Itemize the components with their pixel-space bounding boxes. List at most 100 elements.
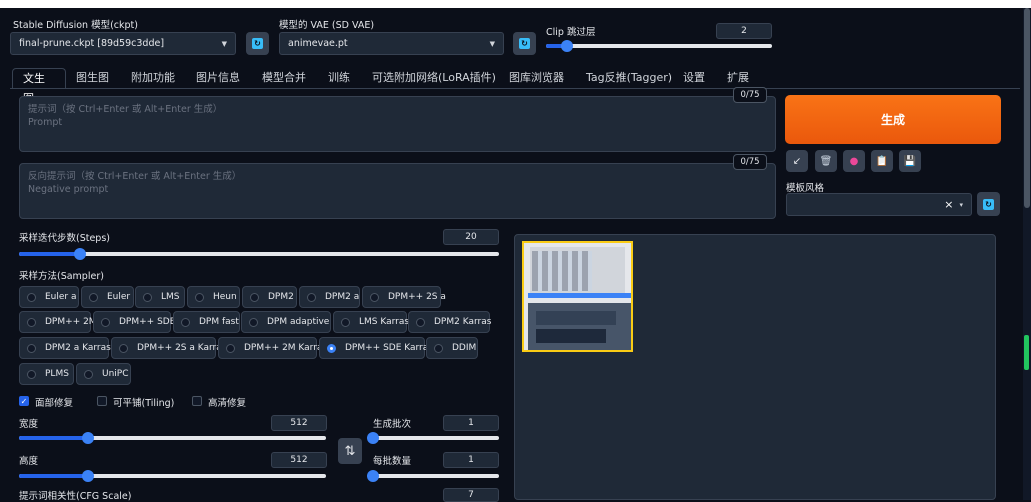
- tab-7[interactable]: 可选附加网络(LoRA插件): [372, 68, 496, 88]
- sampler-option[interactable]: LMS Karras: [333, 311, 409, 333]
- face-restore-checkbox[interactable]: ✓: [19, 396, 29, 406]
- clip-slider-thumb[interactable]: [560, 40, 573, 52]
- sampler-option[interactable]: DPM adaptive: [241, 311, 331, 333]
- prompt-input[interactable]: 提示词（按 Ctrl+Enter 或 Alt+Enter 生成） Prompt: [19, 96, 776, 152]
- page-scrollbar-thumb[interactable]: [1024, 8, 1030, 208]
- sampler-option-label: PLMS: [45, 369, 69, 379]
- sampler-option-label: DDIM: [452, 343, 477, 353]
- arrow-button[interactable]: ↙: [786, 150, 808, 172]
- radio-icon[interactable]: [416, 317, 425, 327]
- sampler-option-label: DPM++ 2S a: [388, 292, 446, 302]
- tiling-checkbox[interactable]: [97, 396, 107, 406]
- radio-icon[interactable]: [27, 292, 36, 302]
- width-slider[interactable]: [19, 432, 326, 444]
- height-slider[interactable]: [19, 470, 326, 482]
- clipboard-icon: 📋: [875, 155, 889, 167]
- sampler-option[interactable]: DPM++ 2M Karras: [218, 337, 327, 359]
- sampler-option-label: DPM2 a: [325, 292, 360, 302]
- tab-8[interactable]: 图库浏览器: [509, 68, 564, 88]
- sampler-option[interactable]: Heun: [187, 286, 240, 308]
- sampler-option[interactable]: DPM++ 2M: [19, 311, 97, 333]
- steps-slider-thumb[interactable]: [74, 248, 87, 260]
- vae-select[interactable]: animevae.pt ▼: [279, 32, 504, 55]
- width-slider-thumb[interactable]: [82, 432, 95, 444]
- save-button[interactable]: 💾: [899, 150, 921, 172]
- clip-number-input[interactable]: 2: [716, 23, 772, 39]
- batch-count-slider-thumb[interactable]: [367, 432, 379, 444]
- sampler-option[interactable]: DPM2 Karras: [408, 311, 491, 333]
- gallery-thumbnail[interactable]: [522, 241, 633, 352]
- radio-icon[interactable]: [250, 292, 259, 302]
- refresh-icon: ↻: [252, 38, 263, 49]
- style-button[interactable]: ●: [843, 150, 865, 172]
- sampler-option[interactable]: DPM2 a: [299, 286, 360, 308]
- sampler-option[interactable]: PLMS: [19, 363, 74, 385]
- batch-size-number-input[interactable]: 1: [443, 452, 499, 468]
- batch-count-slider[interactable]: [367, 432, 499, 444]
- radio-icon[interactable]: [101, 317, 110, 327]
- sampler-option[interactable]: DPM2 a Karras: [19, 337, 111, 359]
- refresh-icon: ↻: [519, 38, 530, 49]
- vae-refresh-button[interactable]: ↻: [513, 32, 536, 55]
- radio-icon[interactable]: [119, 343, 128, 353]
- clipboard-button[interactable]: 📋: [871, 150, 893, 172]
- steps-label: 采样迭代步数(Steps): [19, 233, 110, 244]
- height-number-input[interactable]: 512: [271, 452, 327, 468]
- radio-icon[interactable]: [327, 343, 336, 353]
- sampler-option[interactable]: UniPC: [76, 363, 131, 385]
- tab-5[interactable]: 模型合并: [262, 68, 306, 88]
- height-slider-thumb[interactable]: [82, 470, 95, 482]
- clear-icon[interactable]: ×: [944, 198, 953, 211]
- radio-icon[interactable]: [249, 317, 258, 327]
- tab-11[interactable]: 扩展: [727, 68, 749, 88]
- tab-2[interactable]: 图生图: [76, 68, 109, 88]
- generate-button[interactable]: 生成: [785, 95, 1001, 144]
- sampler-option[interactable]: DPM++ SDE Karras: [319, 337, 433, 359]
- width-number-input[interactable]: 512: [271, 415, 327, 431]
- hires-label: 高清修复: [208, 398, 247, 409]
- steps-slider[interactable]: [19, 248, 499, 260]
- tab-1[interactable]: 文生图: [12, 68, 66, 105]
- tab-9[interactable]: Tag反推(Tagger): [586, 68, 672, 88]
- radio-icon[interactable]: [27, 369, 36, 379]
- radio-icon[interactable]: [195, 292, 204, 302]
- radio-icon[interactable]: [307, 292, 316, 302]
- ckpt-select[interactable]: final-prune.ckpt [89d59c3dde] ▼: [10, 32, 236, 55]
- sampler-option[interactable]: LMS: [135, 286, 185, 308]
- batch-count-number-input[interactable]: 1: [443, 415, 499, 431]
- tab-10[interactable]: 设置: [683, 68, 705, 88]
- sampler-option[interactable]: DDIM: [426, 337, 478, 359]
- radio-icon[interactable]: [143, 292, 152, 302]
- clip-slider[interactable]: [546, 40, 772, 52]
- ckpt-refresh-button[interactable]: ↻: [246, 32, 269, 55]
- radio-icon[interactable]: [27, 343, 36, 353]
- style-select[interactable]: × ▾: [786, 193, 972, 216]
- tab-6[interactable]: 训练: [328, 68, 350, 88]
- sampler-option[interactable]: DPM++ SDE: [93, 311, 175, 333]
- sampler-option[interactable]: DPM++ 2S a: [362, 286, 446, 308]
- batch-size-slider[interactable]: [367, 470, 499, 482]
- radio-icon[interactable]: [434, 343, 443, 353]
- sampler-option[interactable]: Euler: [81, 286, 134, 308]
- radio-icon[interactable]: [341, 317, 350, 327]
- sampler-option[interactable]: DPM fast: [173, 311, 240, 333]
- refresh-icon: ↻: [983, 198, 994, 210]
- negative-prompt-input[interactable]: 反向提示词（按 Ctrl+Enter 或 Alt+Enter 生成） Negat…: [19, 163, 776, 219]
- radio-icon[interactable]: [89, 292, 98, 302]
- trash-button[interactable]: 🗑: [815, 150, 837, 172]
- tab-4[interactable]: 图片信息: [196, 68, 240, 88]
- sampler-option[interactable]: Euler a: [19, 286, 79, 308]
- sampler-option[interactable]: DPM++ 2S a Karras: [111, 337, 226, 359]
- radio-icon[interactable]: [370, 292, 379, 302]
- style-refresh-button[interactable]: ↻: [977, 192, 1000, 216]
- radio-icon[interactable]: [226, 343, 235, 353]
- radio-icon[interactable]: [181, 317, 190, 327]
- radio-icon[interactable]: [27, 317, 36, 327]
- hires-checkbox[interactable]: [192, 396, 202, 406]
- steps-number-input[interactable]: 20: [443, 229, 499, 245]
- radio-icon[interactable]: [84, 369, 93, 379]
- batch-size-slider-thumb[interactable]: [367, 470, 379, 482]
- swap-dimensions-button[interactable]: ⇅: [338, 438, 362, 464]
- sampler-option[interactable]: DPM2: [242, 286, 297, 308]
- tab-3[interactable]: 附加功能: [131, 68, 175, 88]
